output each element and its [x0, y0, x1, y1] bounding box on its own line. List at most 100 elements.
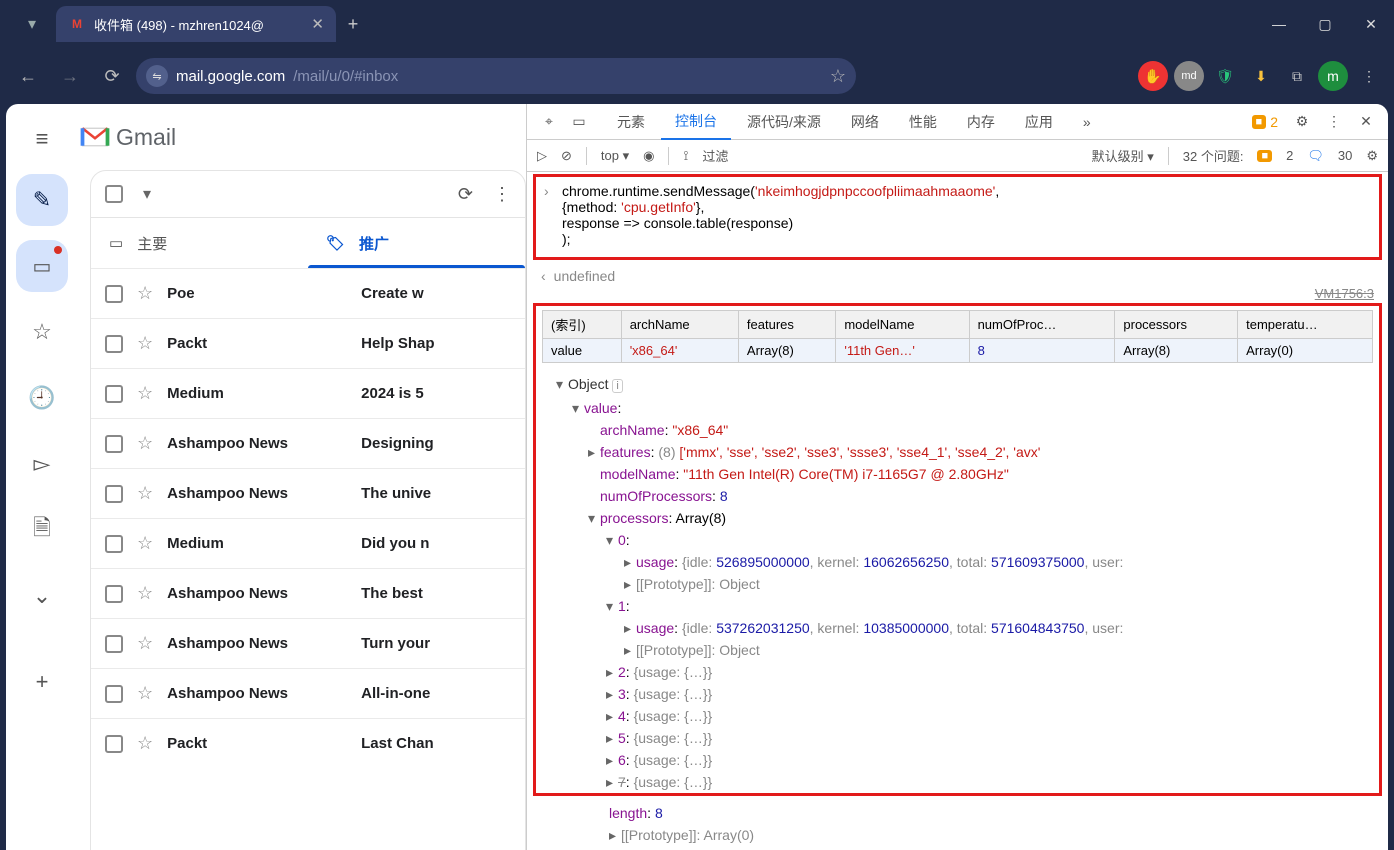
warn-badge[interactable]: ■ [1257, 150, 1272, 162]
console-body[interactable]: chrome.runtime.sendMessage('nkeimhogjdpn… [527, 172, 1388, 850]
tab-console[interactable]: 控制台 [661, 104, 731, 140]
row-checkbox[interactable] [105, 735, 123, 753]
mail-row[interactable]: ☆Ashampoo NewsDesigning [91, 418, 525, 468]
row-star-icon[interactable]: ☆ [137, 533, 153, 554]
row-star-icon[interactable]: ☆ [137, 633, 153, 654]
row-checkbox[interactable] [105, 485, 123, 503]
mail-row[interactable]: ☆Ashampoo NewsThe unive [91, 468, 525, 518]
ext-shield-icon[interactable]: 🛡 [1210, 61, 1240, 91]
console-code-input[interactable]: chrome.runtime.sendMessage('nkeimhogjdpn… [536, 177, 1379, 257]
window-maximize-icon[interactable]: ▢ [1302, 4, 1348, 44]
mail-row[interactable]: ☆PoeCreate w [91, 268, 525, 318]
ext-ublock-icon[interactable]: ✋ [1138, 61, 1168, 91]
tab-performance[interactable]: 性能 [895, 104, 951, 140]
clear-console-icon[interactable]: ⊘ [561, 148, 572, 164]
mail-row[interactable]: ☆PacktHelp Shap [91, 318, 525, 368]
row-checkbox[interactable] [105, 635, 123, 653]
ext-idm-icon[interactable]: ⬇ [1246, 61, 1276, 91]
select-dropdown-icon[interactable]: ▾ [143, 184, 151, 204]
row-star-icon[interactable]: ☆ [137, 283, 153, 304]
tab-memory[interactable]: 内存 [953, 104, 1009, 140]
more-actions-icon[interactable]: ⋮ [493, 184, 511, 205]
row-checkbox[interactable] [105, 535, 123, 553]
refresh-icon[interactable]: ⟳ [458, 184, 473, 205]
th-numproc[interactable]: numOfProc… [969, 311, 1115, 339]
info-badge[interactable]: 🗨 [1307, 148, 1324, 164]
inspect-element-icon[interactable]: ⌖ [535, 108, 563, 136]
th-index[interactable]: (索引) [543, 311, 622, 339]
tabs-more-icon[interactable]: » [1069, 104, 1105, 140]
row-star-icon[interactable]: ☆ [137, 733, 153, 754]
row-star-icon[interactable]: ☆ [137, 383, 153, 404]
browser-tab[interactable]: M 收件箱 (498) - mzhren1024@ ✕ [56, 6, 336, 42]
tab-elements[interactable]: 元素 [603, 104, 659, 140]
device-toolbar-icon[interactable]: ▭ [565, 108, 593, 136]
rail-starred-icon[interactable]: ☆ [16, 306, 68, 358]
row-checkbox[interactable] [105, 335, 123, 353]
row-star-icon[interactable]: ☆ [137, 333, 153, 354]
th-temperature[interactable]: temperatu… [1238, 311, 1373, 339]
tab-promotions[interactable]: 🏷 推广 [308, 218, 525, 268]
rail-more-icon[interactable]: ⌄ [16, 570, 68, 622]
devtools-close-icon[interactable]: ✕ [1352, 108, 1380, 136]
context-selector[interactable]: top ▾ [601, 148, 629, 164]
mail-row[interactable]: ☆Ashampoo NewsAll-in-one [91, 668, 525, 718]
window-minimize-icon[interactable]: — [1256, 4, 1302, 44]
devtools-menu-icon[interactable]: ⋮ [1320, 108, 1348, 136]
live-expression-eye-icon[interactable]: ◉ [643, 148, 654, 164]
rail-inbox-icon[interactable]: ▭ [16, 240, 68, 292]
tab-close-icon[interactable]: ✕ [311, 15, 324, 33]
object-tree-overflow[interactable]: length: 8 ▸[[Prototype]]: Array(0) [527, 802, 1388, 846]
nav-reload-icon[interactable]: ⟳ [94, 58, 130, 94]
vm-source-link[interactable]: VM1756:3 [527, 286, 1388, 301]
nav-forward-icon[interactable]: → [52, 58, 88, 94]
address-bar[interactable]: ⇋ mail.google.com /mail/u/0/#inbox ☆ [136, 58, 856, 94]
row-star-icon[interactable]: ☆ [137, 683, 153, 704]
new-tab-button[interactable]: + [336, 7, 370, 41]
row-checkbox[interactable] [105, 585, 123, 603]
tab-application[interactable]: 应用 [1011, 104, 1067, 140]
row-star-icon[interactable]: ☆ [137, 433, 153, 454]
compose-button[interactable]: ✎ [16, 174, 68, 226]
th-archname[interactable]: archName [621, 311, 738, 339]
bookmark-star-icon[interactable]: ☆ [830, 66, 846, 87]
row-star-icon[interactable]: ☆ [137, 483, 153, 504]
extensions-icon[interactable]: ⧉ [1282, 61, 1312, 91]
window-close-icon[interactable]: ✕ [1348, 4, 1394, 44]
nav-back-icon[interactable]: ← [10, 58, 46, 94]
issues-counter[interactable]: ■ 2 [1246, 114, 1284, 130]
th-processors[interactable]: processors [1115, 311, 1238, 339]
row-star-icon[interactable]: ☆ [137, 583, 153, 604]
select-all-checkbox[interactable] [105, 185, 123, 203]
tab-sources[interactable]: 源代码/来源 [733, 104, 835, 140]
log-level-selector[interactable]: 默认级别 ▾ [1092, 146, 1154, 165]
settings-gear-icon[interactable]: ⚙ [1288, 108, 1316, 136]
object-tree[interactable]: ▾Object i ▾value: archName: "x86_64" ▸fe… [536, 369, 1379, 793]
filter-input[interactable]: 过滤 [702, 146, 1077, 165]
th-features[interactable]: features [738, 311, 835, 339]
tabstrip-dropdown-icon[interactable]: ▾ [8, 4, 56, 44]
execute-icon[interactable]: ▷ [537, 148, 547, 164]
table-row[interactable]: value 'x86_64' Array(8) '11th Gen…' 8 Ar… [543, 339, 1373, 363]
browser-menu-icon[interactable]: ⋮ [1354, 61, 1384, 91]
rail-sent-icon[interactable]: ▻ [16, 438, 68, 490]
row-checkbox[interactable] [105, 435, 123, 453]
row-checkbox[interactable] [105, 385, 123, 403]
mail-row[interactable]: ☆MediumDid you n [91, 518, 525, 568]
menu-icon[interactable]: ≡ [21, 118, 63, 160]
mail-row[interactable]: ☆PacktLast Chan [91, 718, 525, 768]
tab-network[interactable]: 网络 [837, 104, 893, 140]
profile-avatar-icon[interactable]: m [1318, 61, 1348, 91]
tab-primary[interactable]: ▭ 主要 [91, 218, 308, 268]
site-info-icon[interactable]: ⇋ [146, 65, 168, 87]
ext-md-icon[interactable]: md [1174, 61, 1204, 91]
rail-new-label-icon[interactable]: + [16, 656, 68, 708]
row-checkbox[interactable] [105, 285, 123, 303]
mail-row[interactable]: ☆Ashampoo NewsThe best [91, 568, 525, 618]
rail-snoozed-icon[interactable]: 🕘 [16, 372, 68, 424]
row-checkbox[interactable] [105, 685, 123, 703]
mail-row[interactable]: ☆Medium2024 is 5 [91, 368, 525, 418]
th-modelname[interactable]: modelName [836, 311, 969, 339]
rail-drafts-icon[interactable]: 🗎 [16, 504, 68, 556]
mail-row[interactable]: ☆Ashampoo NewsTurn your [91, 618, 525, 668]
